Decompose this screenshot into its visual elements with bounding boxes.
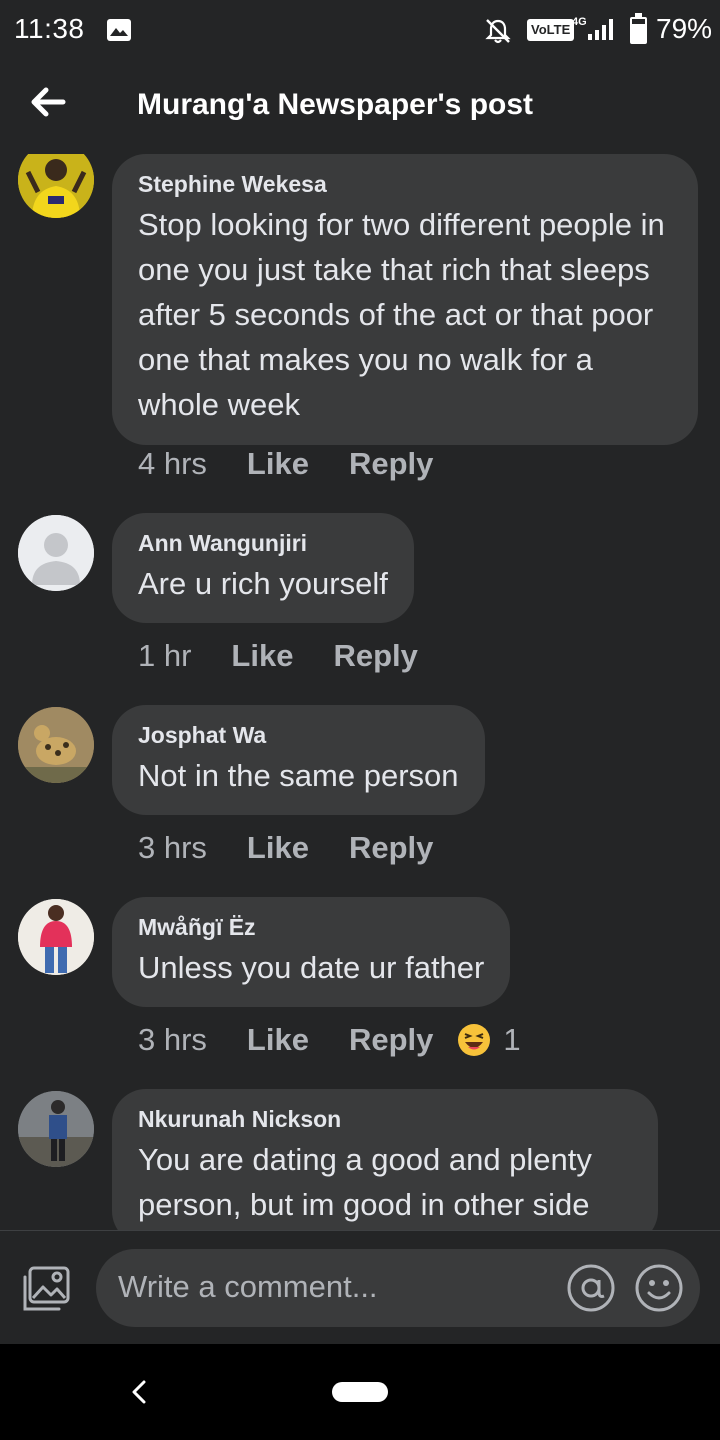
like-button[interactable]: Like xyxy=(247,446,309,482)
nav-back-button[interactable] xyxy=(124,1374,156,1410)
bell-off-icon xyxy=(485,19,511,44)
comment-actions: 4 hrs Like Reply xyxy=(138,446,473,482)
battery-percent: 79% xyxy=(656,13,713,44)
page-title: Murang'a Newspaper's post xyxy=(137,88,534,121)
reply-button[interactable]: Reply xyxy=(349,1022,433,1058)
arrow-left-icon xyxy=(31,87,66,117)
comment-bubble[interactable]: Josphat Wa Not in the same person xyxy=(112,705,485,815)
comment-bubble[interactable]: Nkurunah Nickson You are dating a good a… xyxy=(112,1089,658,1230)
avatar[interactable] xyxy=(18,1091,94,1167)
haha-emoji-icon xyxy=(458,1024,491,1056)
comment-time: 3 hrs xyxy=(138,830,207,865)
like-button[interactable]: Like xyxy=(231,638,293,674)
status-time: 11:38 xyxy=(14,13,85,44)
network-type-label: 4G xyxy=(572,16,587,28)
avatar[interactable] xyxy=(18,707,94,783)
photo-icon xyxy=(23,1266,70,1311)
system-nav-bar xyxy=(0,1344,720,1440)
home-button[interactable] xyxy=(332,1382,388,1402)
battery-level-fill xyxy=(632,23,645,42)
avatar[interactable] xyxy=(18,515,94,591)
comment-time: 3 hrs xyxy=(138,1022,207,1057)
avatar[interactable] xyxy=(18,899,94,975)
post-header: Murang'a Newspaper's post xyxy=(0,62,720,154)
comment-composer: Write a comment... xyxy=(0,1230,720,1344)
comment-input-placeholder: Write a comment... xyxy=(118,1269,378,1304)
comment-actions: 3 hrs Like Reply xyxy=(138,830,473,866)
avatar[interactable] xyxy=(18,154,94,218)
reply-button[interactable]: Reply xyxy=(349,830,433,866)
comment-text: Stop looking for two different people in… xyxy=(138,207,665,422)
like-button[interactable]: Like xyxy=(247,830,309,866)
status-bar: 11:38 VoLTE 4G 79% xyxy=(0,0,720,62)
back-button[interactable] xyxy=(24,82,72,122)
gallery-notification-icon xyxy=(107,19,131,41)
battery-icon xyxy=(630,13,647,44)
comments-feed[interactable]: Stephine Wekesa Stop looking for two dif… xyxy=(0,154,720,1230)
comment-time: 1 hr xyxy=(138,638,192,673)
at-sign-icon xyxy=(567,1264,615,1312)
comment-actions: 3 hrs Like Reply 1 xyxy=(138,1022,521,1058)
reply-button[interactable]: Reply xyxy=(333,638,417,674)
mention-button[interactable] xyxy=(566,1263,616,1313)
comment-author[interactable]: Josphat Wa xyxy=(138,721,459,749)
comment-text: Are u rich yourself xyxy=(138,566,388,601)
comment-text: Unless you date ur father xyxy=(138,950,485,985)
comment-bubble[interactable]: Ann Wangunjiri Are u rich yourself xyxy=(112,513,414,623)
like-button[interactable]: Like xyxy=(247,1022,309,1058)
reaction-summary[interactable]: 1 xyxy=(457,1022,521,1058)
comment-bubble[interactable]: Stephine Wekesa Stop looking for two dif… xyxy=(112,154,698,445)
reaction-count: 1 xyxy=(503,1022,521,1057)
comment-author[interactable]: Stephine Wekesa xyxy=(138,170,672,198)
comment-time: 4 hrs xyxy=(138,446,207,481)
comment-text: You are dating a good and plenty person,… xyxy=(138,1142,592,1222)
emoji-button[interactable] xyxy=(634,1263,684,1313)
comment-bubble[interactable]: Mwåñgï Ëz Unless you date ur father xyxy=(112,897,511,1007)
comment-input[interactable]: Write a comment... xyxy=(96,1249,700,1327)
comment-author[interactable]: Nkurunah Nickson xyxy=(138,1105,632,1133)
reply-button[interactable]: Reply xyxy=(349,446,433,482)
add-photo-button[interactable] xyxy=(18,1261,74,1317)
comment-actions: 1 hr Like Reply xyxy=(138,638,458,674)
volte-badge: VoLTE xyxy=(527,19,575,41)
comment-author[interactable]: Ann Wangunjiri xyxy=(138,529,388,557)
comment-author[interactable]: Mwåñgï Ëz xyxy=(138,913,484,941)
signal-strength-icon xyxy=(588,19,613,40)
smiley-icon xyxy=(635,1264,683,1312)
comment-text: Not in the same person xyxy=(138,758,459,793)
chevron-left-icon xyxy=(132,1380,146,1404)
